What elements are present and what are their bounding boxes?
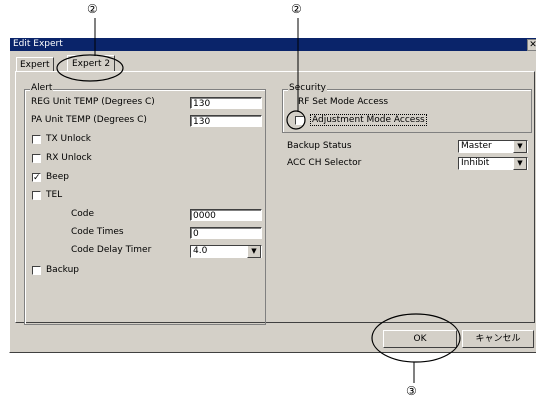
beep-checkbox[interactable]: ✓	[32, 173, 41, 183]
tab-panel: Alert REG Unit TEMP (Degrees C) 130 PA U…	[15, 71, 535, 325]
window-title: Edit Expert	[13, 39, 63, 49]
rx-unlock-checkbox[interactable]	[32, 154, 41, 163]
code-times-label: Code Times	[71, 227, 124, 237]
code-delay-timer-value: 4.0	[193, 246, 208, 256]
adjustment-mode-checkbox[interactable]	[295, 116, 304, 125]
backup-checkbox[interactable]	[32, 266, 41, 275]
reg-unit-temp-label: REG Unit TEMP (Degrees C)	[31, 97, 155, 107]
callout-2-right: ②	[291, 2, 302, 16]
callout-2-left: ②	[87, 2, 98, 16]
security-group-label: Security	[288, 83, 327, 93]
rf-set-mode-label: RF Set Mode Access	[298, 97, 389, 107]
tx-unlock-checkbox[interactable]	[32, 135, 41, 144]
title-bar: Edit Expert ✕	[10, 38, 536, 51]
tx-unlock-label: TX Unlock	[46, 134, 91, 144]
security-group	[282, 89, 532, 133]
tab-expert[interactable]: Expert	[16, 57, 54, 72]
pa-unit-temp-label: PA Unit TEMP (Degrees C)	[31, 115, 147, 125]
acc-ch-selector-value: Inhibit	[461, 158, 490, 168]
cancel-button[interactable]: キャンセル	[462, 330, 534, 348]
backup-status-value: Master	[461, 141, 492, 151]
rx-unlock-label: RX Unlock	[46, 153, 92, 163]
close-icon[interactable]: ✕	[527, 39, 536, 51]
adjustment-mode-label: Adjustment Mode Access	[310, 114, 427, 126]
backup-label: Backup	[46, 265, 79, 275]
alert-group-label: Alert	[30, 83, 54, 93]
backup-status-select[interactable]: Master ▼	[458, 140, 528, 153]
code-label: Code	[71, 209, 95, 219]
acc-ch-selector-select[interactable]: Inhibit ▼	[458, 157, 528, 170]
callout-3-bottom: ③	[406, 384, 417, 398]
chevron-down-icon[interactable]: ▼	[513, 158, 527, 170]
reg-unit-temp-field[interactable]: 130	[190, 97, 262, 109]
pa-unit-temp-field[interactable]: 130	[190, 115, 262, 127]
backup-status-label: Backup Status	[287, 141, 352, 151]
chevron-down-icon[interactable]: ▼	[247, 246, 261, 258]
tab-expert-2[interactable]: Expert 2	[67, 55, 116, 72]
ok-button[interactable]: OK	[383, 330, 457, 348]
tel-label: TEL	[46, 190, 63, 200]
code-field[interactable]: 0000	[190, 209, 262, 221]
tel-checkbox[interactable]	[32, 191, 41, 200]
edit-expert-dialog: Edit Expert ✕ Expert Expert 2 Alert REG …	[9, 37, 536, 353]
code-delay-timer-label: Code Delay Timer	[71, 245, 152, 255]
acc-ch-selector-label: ACC CH Selector	[287, 158, 362, 168]
code-delay-timer-select[interactable]: 4.0 ▼	[190, 245, 262, 258]
beep-label: Beep	[46, 172, 69, 182]
code-times-field[interactable]: 0	[190, 227, 262, 239]
chevron-down-icon[interactable]: ▼	[513, 141, 527, 153]
